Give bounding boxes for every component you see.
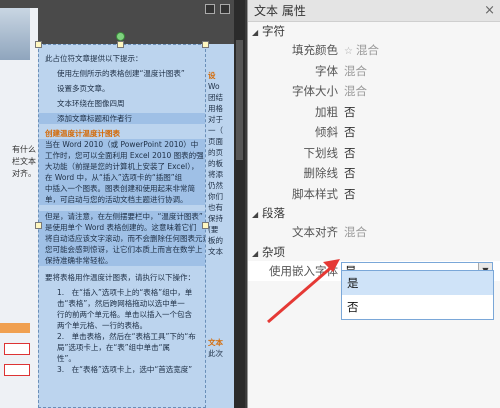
frame-line: 设置多页文章。: [57, 84, 110, 93]
section-misc[interactable]: ◢ 杂项: [248, 243, 500, 261]
frame-line: 添加文章标题和作者行: [39, 113, 205, 124]
right-col-line: Wo: [208, 82, 220, 91]
text-column-right[interactable]: 设 Wo 团结 用格 对于 一（ 页面 的页 的板 将添 仍然 你们 也有 保持…: [206, 44, 234, 408]
resize-handle-ne[interactable]: [202, 41, 209, 48]
frame-line: 您可能会感到惊讶，让它们本质上而言在数学上: [39, 244, 205, 255]
frame-line: 击“表格”，然后跨网格拖动以选中单一: [57, 299, 185, 308]
section-character[interactable]: ◢ 字符: [248, 22, 500, 40]
right-col-line: 的页: [208, 148, 223, 157]
resize-handle-e[interactable]: [202, 222, 209, 229]
frame-line: 2. 单击表格，然后在“表格工具”下的“布: [57, 332, 196, 341]
window-restore-icon[interactable]: [205, 4, 215, 14]
frame-line: 文本环绕在图像四周: [57, 99, 125, 108]
frame-line: 两个单元格、一行的表格。: [57, 321, 147, 330]
page-left-strip: 有什么 栏文本 对齐。: [0, 8, 38, 408]
right-col-line: 一（: [208, 126, 223, 135]
right-col-line: 设: [208, 71, 216, 80]
right-col-line: 对于: [208, 115, 223, 124]
panel-title: 文本 属性: [254, 4, 306, 18]
frame-line: 大功能（前提是您的计算机上安装了 Excel），: [39, 161, 205, 172]
option-yes[interactable]: 是: [342, 271, 493, 295]
right-col-line: 的板: [208, 159, 223, 168]
window-close-icon[interactable]: [220, 4, 230, 14]
editor-vertical-scrollbar[interactable]: [234, 0, 245, 408]
frame-line: 行的前两个单元格。单击以插入一个包含: [57, 310, 192, 319]
option-no[interactable]: 否: [342, 295, 493, 319]
frame-line: 中插入一个图表。图表创建和使用起来非常简: [39, 183, 205, 194]
frame-line: 当在 Word 2010（或 PowerPoint 2010）中: [39, 139, 205, 150]
text-frame-selected[interactable]: 此占位符文章提供以下提示： 使用左侧所示的表格创建“温度计图表” 设置多页文章。…: [38, 44, 206, 408]
right-col-line: 保持: [208, 214, 223, 223]
prop-font-size[interactable]: 字体大小 混合: [248, 81, 500, 102]
frame-line: 使用左侧所示的表格创建“温度计图表”: [57, 69, 185, 78]
frame-line: 局”选项卡上，在“表”组中单击“属: [57, 343, 171, 352]
resize-handle-nw[interactable]: [35, 41, 42, 48]
prop-font[interactable]: 字体 混合: [248, 61, 500, 82]
frame-line: 保持准确非常轻松。: [39, 255, 205, 266]
strip-text-3: 对齐。: [12, 169, 36, 178]
frame-line: 是使用单个 Word 表格创建的。这意味着它们: [39, 222, 205, 233]
color-swatch-icon: ☆: [344, 46, 353, 57]
section-paragraph[interactable]: ◢ 段落: [248, 204, 500, 222]
right-col-line: 将添: [208, 170, 223, 179]
right-col-line: 此次: [208, 349, 223, 358]
prop-text-align[interactable]: 文本对齐 混合: [248, 222, 500, 243]
text-properties-panel: 文本 属性 × ◢ 字符 填充颜色 ☆ 混合 字体 混合 字体大小 混合 加粗 否 …: [247, 0, 500, 408]
frame-line: 工作时，您可以全面利用 Excel 2010 图表的强: [39, 150, 205, 161]
resize-handle-w[interactable]: [35, 222, 42, 229]
prop-underline[interactable]: 下划线 否: [248, 143, 500, 164]
prop-strikethrough[interactable]: 删除线 否: [248, 163, 500, 184]
frame-line: 要将表格用作温度计图表，请执行以下操作：: [45, 273, 195, 282]
strip-text-2: 栏文本: [12, 157, 36, 166]
frame-line: 在 Word 中，从“插入”选项卡的“插图”组: [39, 172, 205, 183]
frame-line: 3. 在“表格”选项卡上，选中“首选宽度”: [57, 365, 193, 374]
right-col-line: 文本: [208, 338, 223, 347]
table-cell-red: [4, 343, 30, 355]
right-col-line: 用格: [208, 104, 223, 113]
frame-line: 性”。: [57, 354, 76, 363]
panel-close-icon[interactable]: ×: [484, 0, 495, 22]
prop-fill-color[interactable]: 填充颜色 ☆ 混合: [248, 40, 500, 61]
embed-font-dropdown-list[interactable]: 是 否: [341, 270, 494, 320]
strip-text-1: 有什么: [12, 145, 36, 154]
right-col-line: 团结: [208, 93, 223, 102]
right-col-line: 仍然: [208, 181, 223, 190]
table-cell-red: [4, 364, 30, 376]
prop-bold[interactable]: 加粗 否: [248, 102, 500, 123]
document-editor[interactable]: 有什么 栏文本 对齐。 此占位符文章提供以下提示： 使用左侧所示的表格创建“温度…: [0, 0, 245, 408]
frame-line: 单，可启动与您的活动文档主题进行协调。: [39, 194, 205, 205]
photo-thumbnail: [0, 8, 30, 60]
thermometer-bar: [0, 323, 30, 333]
right-col-line: 文本: [208, 247, 223, 256]
right-col-line: 也有: [208, 203, 223, 212]
right-col-line: (要: [208, 225, 219, 234]
prop-script-style[interactable]: 脚本样式 否: [248, 184, 500, 205]
frame-line: 但是，请注意，在左侧摆要栏中，“温度计图表”: [39, 211, 205, 222]
scrollbar-thumb[interactable]: [236, 40, 243, 160]
right-col-line: 你们: [208, 192, 223, 201]
right-col-line: 页面: [208, 137, 223, 146]
frame-line: 此占位符文章提供以下提示：: [45, 54, 143, 63]
right-col-line: 板的: [208, 236, 223, 245]
resize-handle-n[interactable]: [117, 41, 124, 48]
frame-heading: 创建温度计温度计图表: [45, 129, 120, 138]
frame-line: 1. 在“插入”选项卡上的“表格”组中，单: [57, 288, 193, 297]
frame-line: 将自动适应该文字滚动，而不会删除任何图表元素。: [39, 233, 205, 244]
panel-title-bar: 文本 属性 ×: [248, 0, 500, 22]
prop-italic[interactable]: 倾斜 否: [248, 122, 500, 143]
